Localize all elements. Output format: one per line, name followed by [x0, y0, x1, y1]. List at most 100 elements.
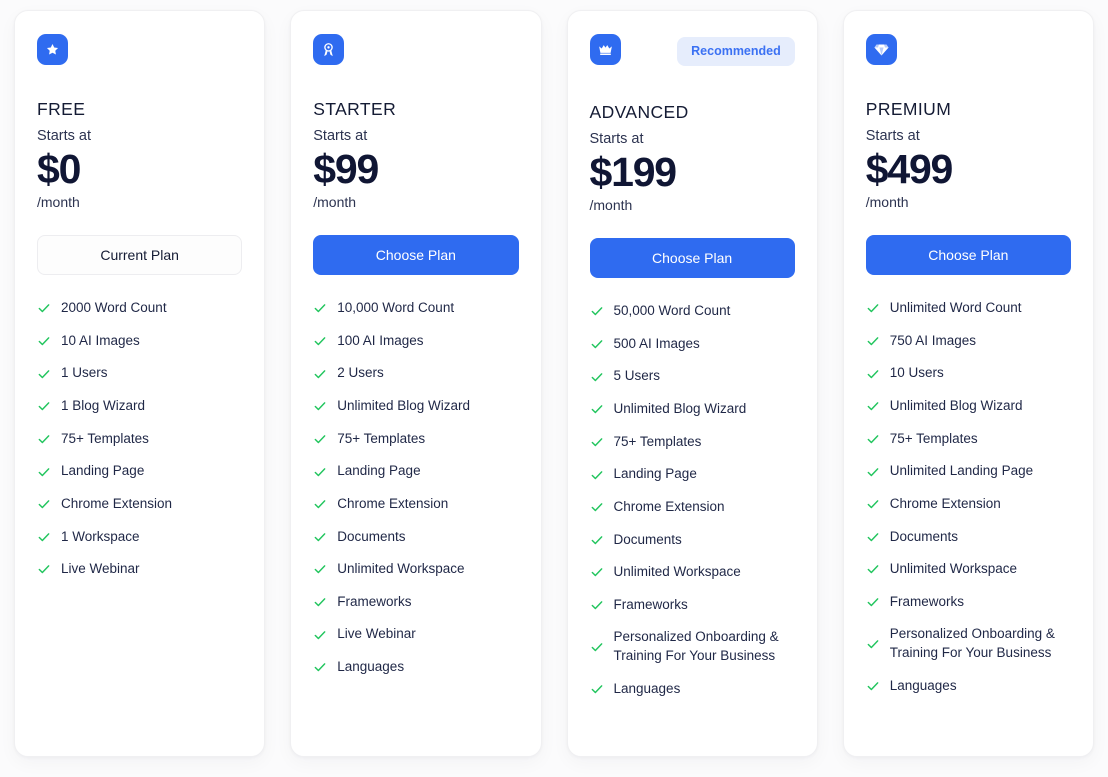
check-icon	[38, 467, 50, 476]
feature-label: Documents	[613, 531, 682, 547]
feature-item: 5 Users	[590, 367, 795, 386]
feature-label: Personalized Onboarding & Training For Y…	[613, 629, 779, 664]
feature-label: Live Webinar	[61, 561, 140, 577]
feature-item: Frameworks	[866, 593, 1071, 612]
feature-item: Frameworks	[313, 593, 518, 612]
feature-item: Unlimited Workspace	[590, 563, 795, 582]
feature-label: 5 Users	[613, 368, 661, 384]
check-icon	[867, 500, 879, 509]
plan-card-header	[37, 34, 242, 68]
check-icon	[38, 304, 50, 313]
feature-label: Personalized Onboarding & Training For Y…	[889, 626, 1055, 661]
feature-label: Unlimited Landing Page	[889, 463, 1034, 479]
check-icon	[314, 467, 326, 476]
check-icon	[314, 598, 326, 607]
check-icon	[591, 405, 602, 414]
feature-label: Documents	[337, 528, 406, 544]
check-icon	[38, 402, 50, 411]
feature-label: Unlimited Blog Wizard	[613, 401, 747, 417]
check-icon	[591, 601, 602, 610]
feature-label: Landing Page	[61, 463, 145, 479]
feature-item: 1 Blog Wizard	[37, 397, 242, 416]
feature-label: 50,000 Word Count	[613, 303, 731, 319]
feature-label: Landing Page	[337, 463, 421, 479]
feature-list: 50,000 Word Count 500 AI Images 5 Users Unl…	[590, 302, 795, 698]
feature-label: Landing Page	[613, 466, 697, 482]
check-icon	[38, 565, 50, 574]
feature-item: Unlimited Landing Page	[866, 462, 1071, 481]
feature-item: Unlimited Blog Wizard	[590, 400, 795, 419]
starts-at-label: Starts at	[865, 128, 920, 144]
feature-item: Landing Page	[313, 462, 518, 481]
plan-price: $0	[37, 146, 81, 192]
feature-label: 1 Workspace	[61, 528, 140, 544]
plan-price: $499	[865, 146, 954, 192]
check-icon	[314, 304, 326, 313]
feature-item: 10 Users	[866, 364, 1071, 383]
feature-item: Unlimited Blog Wizard	[313, 397, 518, 416]
plan-billing-period: /month	[313, 194, 357, 211]
check-icon	[591, 643, 602, 652]
feature-label: 750 AI Images	[889, 332, 977, 348]
check-icon	[591, 503, 602, 512]
feature-item: Unlimited Word Count	[866, 299, 1071, 318]
plan-card-advanced: Recommended ADVANCED Starts at $199/month Ch…	[566, 10, 818, 757]
check-icon	[867, 640, 879, 649]
check-icon	[867, 682, 879, 691]
check-icon	[591, 307, 602, 316]
check-icon	[591, 568, 602, 577]
plan-card-header: Recommended	[589, 34, 795, 68]
feature-label: Unlimited Word Count	[889, 300, 1022, 316]
check-icon	[867, 565, 879, 574]
feature-label: 75+ Templates	[61, 430, 149, 446]
feature-item: Languages	[866, 677, 1071, 696]
feature-label: 75+ Templates	[613, 433, 702, 449]
choose-plan-button[interactable]: Choose Plan	[865, 235, 1071, 276]
feature-item: Unlimited Blog Wizard	[866, 397, 1071, 416]
feature-list: 2000 Word Count 10 AI Images 1 Users 1 Blog…	[37, 299, 242, 579]
feature-label: Unlimited Blog Wizard	[337, 398, 471, 414]
feature-list: Unlimited Word Count 750 AI Images 10 User…	[866, 299, 1071, 695]
feature-label: Unlimited Blog Wizard	[889, 398, 1023, 414]
feature-item: Languages	[590, 680, 795, 699]
feature-item: 50,000 Word Count	[590, 302, 795, 321]
feature-item: Languages	[313, 658, 518, 677]
starts-at-label: Starts at	[313, 128, 368, 144]
check-icon	[38, 369, 50, 378]
feature-item: 75+ Templates	[590, 433, 795, 452]
feature-item: 10,000 Word Count	[313, 299, 518, 318]
feature-item: 75+ Templates	[866, 430, 1071, 449]
feature-item: 1 Workspace	[37, 528, 242, 547]
diamond-icon	[865, 34, 897, 65]
crown-icon	[589, 34, 621, 65]
plan-name: FREE	[37, 99, 86, 119]
plan-card-header	[313, 34, 518, 68]
feature-label: Unlimited Workspace	[889, 561, 1018, 577]
feature-item: Documents	[313, 528, 518, 547]
feature-label: 100 AI Images	[337, 332, 424, 348]
check-icon	[591, 685, 602, 694]
feature-item: 1 Users	[37, 364, 242, 383]
current-plan-button[interactable]: Current Plan	[37, 235, 243, 276]
feature-label: Languages	[613, 680, 681, 696]
feature-item: 2 Users	[313, 364, 518, 383]
feature-item: Documents	[590, 531, 795, 550]
check-icon	[867, 598, 879, 607]
check-icon	[591, 340, 602, 349]
feature-label: Frameworks	[337, 593, 412, 609]
choose-plan-button[interactable]: Choose Plan	[589, 238, 795, 279]
feature-item: Landing Page	[37, 462, 242, 481]
feature-label: 1 Blog Wizard	[61, 398, 146, 414]
feature-item: 100 AI Images	[313, 332, 518, 351]
starts-at-label: Starts at	[589, 131, 644, 147]
plan-name: PREMIUM	[865, 99, 952, 119]
check-icon	[314, 630, 326, 639]
check-icon	[591, 372, 602, 381]
check-icon	[591, 438, 602, 447]
choose-plan-button[interactable]: Choose Plan	[313, 235, 519, 276]
plan-price: $199	[589, 149, 678, 195]
feature-item: 10 AI Images	[37, 332, 242, 351]
feature-item: 75+ Templates	[37, 430, 242, 449]
feature-item: Landing Page	[590, 465, 795, 484]
feature-item: Live Webinar	[37, 560, 242, 579]
